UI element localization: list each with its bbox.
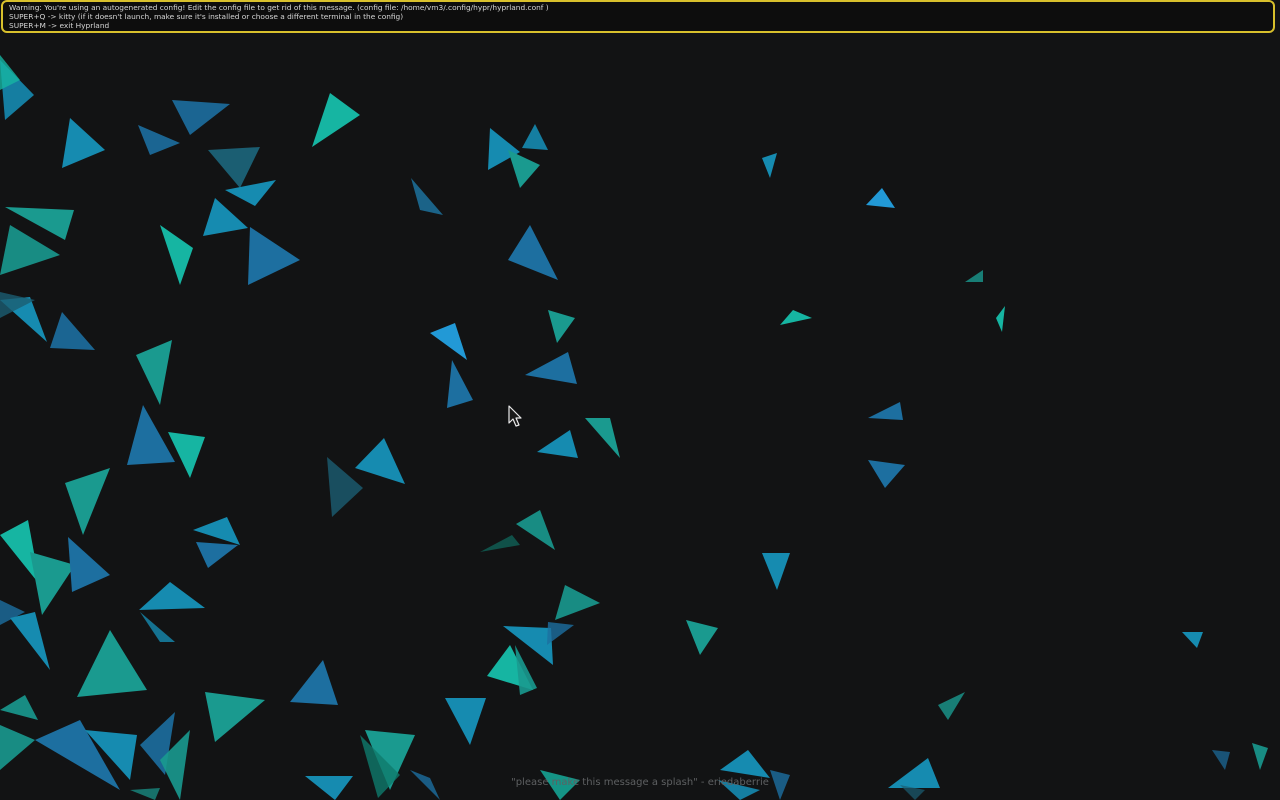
config-warning-banner: Warning: You're using an autogenerated c… xyxy=(1,0,1275,33)
banner-line-exit-hint: SUPER+M -> exit Hyprland xyxy=(9,21,110,30)
banner-line-terminal-hint: SUPER+Q -> kitty (if it doesn't launch, … xyxy=(9,12,404,21)
wallpaper-triangles xyxy=(0,0,1280,800)
banner-line-warning: Warning: You're using an autogenerated c… xyxy=(9,3,549,12)
desktop: Warning: You're using an autogenerated c… xyxy=(0,0,1280,800)
arrow-pointer-icon xyxy=(508,405,522,427)
splash-text: "please make this message a splash" - er… xyxy=(511,777,769,788)
